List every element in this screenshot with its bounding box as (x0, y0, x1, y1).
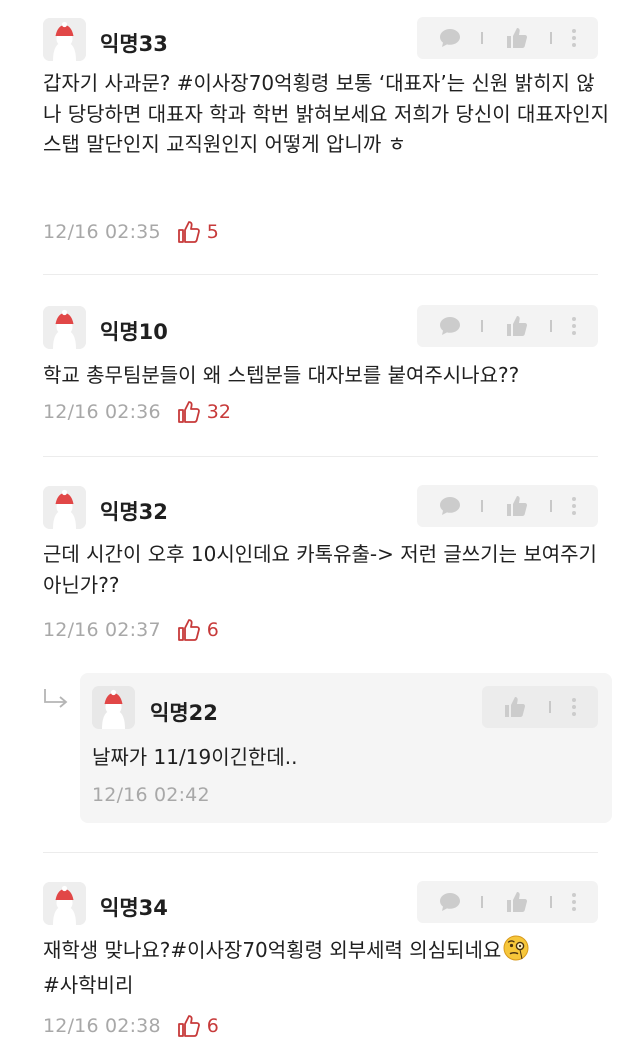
more-button[interactable] (562, 881, 586, 923)
comment-meta: 12/16 02:37 6 (43, 615, 219, 645)
thumbs-up-icon (507, 316, 527, 336)
more-vertical-icon (572, 497, 576, 515)
like-button[interactable] (500, 485, 534, 527)
like-count: 6 (206, 1015, 219, 1037)
thumbs-up-icon (507, 28, 527, 48)
speech-bubble-icon (440, 317, 460, 335)
comment-text: 재학생 맞나요?#이사장70억횡령 외부세력 의심되네요 #사학비리 (43, 935, 613, 1000)
nickname: 익명34 (100, 896, 168, 920)
more-button[interactable] (562, 17, 586, 59)
nickname: 익명32 (100, 500, 168, 524)
reply: 익명22 날짜가 11/19이긴한데.. 12/16 02:42 (80, 673, 612, 823)
nickname: 익명33 (100, 32, 168, 56)
comment-text: 학교 총무팀분들이 왜 스텝분들 대자보를 붙여주시나요?? (43, 363, 520, 387)
comment-meta: 12/16 02:38 6 (43, 1011, 219, 1041)
comment-actions (417, 881, 598, 923)
thumbs-up-outline-icon (177, 1015, 200, 1037)
thumbs-up-outline-icon (177, 401, 200, 423)
like-count-group[interactable]: 5 (177, 220, 219, 244)
more-vertical-icon (572, 29, 576, 47)
thumbs-up-icon (507, 496, 527, 516)
speech-bubble-icon (440, 893, 460, 911)
like-count-group[interactable]: 6 (177, 1014, 219, 1038)
divider (43, 852, 598, 853)
nickname: 익명10 (100, 320, 168, 344)
avatar (43, 486, 86, 529)
reply-arrow-icon (43, 688, 69, 714)
comment-button[interactable] (433, 305, 467, 347)
comment-actions (417, 305, 598, 347)
more-vertical-icon (572, 317, 576, 335)
thumbs-up-icon (507, 892, 527, 912)
comment-text: 근데 시간이 오후 10시인데요 카톡유출-> 저런 글쓰기는 보여주기 아닌가… (43, 542, 604, 597)
more-vertical-icon (572, 893, 576, 911)
more-button[interactable] (562, 485, 586, 527)
face-with-monocle-emoji (503, 935, 529, 970)
like-button[interactable] (500, 305, 534, 347)
comment-actions (417, 17, 598, 59)
like-button[interactable] (500, 881, 534, 923)
like-count-group[interactable]: 6 (177, 618, 219, 642)
comment-button[interactable] (433, 17, 467, 59)
reply-date: 12/16 02:42 (92, 784, 210, 806)
like-count: 6 (206, 619, 219, 641)
like-button[interactable] (500, 17, 534, 59)
comment-date: 12/16 02:38 (43, 1015, 161, 1037)
comment-date: 12/16 02:37 (43, 619, 161, 641)
like-button[interactable] (498, 686, 532, 728)
thumbs-up-outline-icon (177, 221, 200, 243)
comment-date: 12/16 02:35 (43, 221, 161, 243)
like-count: 5 (206, 221, 219, 243)
comment-date: 12/16 02:36 (43, 401, 161, 423)
more-button[interactable] (562, 305, 586, 347)
comment-button[interactable] (433, 881, 467, 923)
comment-button[interactable] (433, 485, 467, 527)
reply-text: 날짜가 11/19이긴한데.. (92, 745, 298, 769)
avatar (43, 882, 86, 925)
comment-text: 갑자기 사과문? #이사장70억횡령 보통 ‘대표자’는 신원 밝히지 않나 당… (43, 71, 616, 156)
avatar (43, 18, 86, 61)
comment-hashtag[interactable]: #사학비리 (43, 973, 133, 997)
reply-actions (482, 686, 598, 728)
avatar (43, 306, 86, 349)
comment-meta: 12/16 02:35 5 (43, 217, 219, 247)
nickname: 익명22 (150, 701, 218, 725)
like-count-group[interactable]: 32 (177, 400, 231, 424)
reply-meta: 12/16 02:42 (92, 780, 210, 810)
more-button[interactable] (562, 686, 586, 728)
speech-bubble-icon (440, 29, 460, 47)
divider (43, 274, 598, 275)
thumbs-up-outline-icon (177, 619, 200, 641)
avatar (92, 686, 135, 729)
divider (43, 456, 598, 457)
thumbs-up-icon (505, 697, 525, 717)
comment-text-line: 재학생 맞나요?#이사장70억횡령 외부세력 의심되네요 (43, 938, 502, 962)
speech-bubble-icon (440, 497, 460, 515)
more-vertical-icon (572, 698, 576, 716)
comment-meta: 12/16 02:36 32 (43, 397, 231, 427)
like-count: 32 (206, 401, 231, 423)
comment-thread: 익명33 갑자기 사과문? #이사장70억횡령 보통 ‘대표자’는 신원 밝히지… (0, 0, 640, 1058)
comment-actions (417, 485, 598, 527)
